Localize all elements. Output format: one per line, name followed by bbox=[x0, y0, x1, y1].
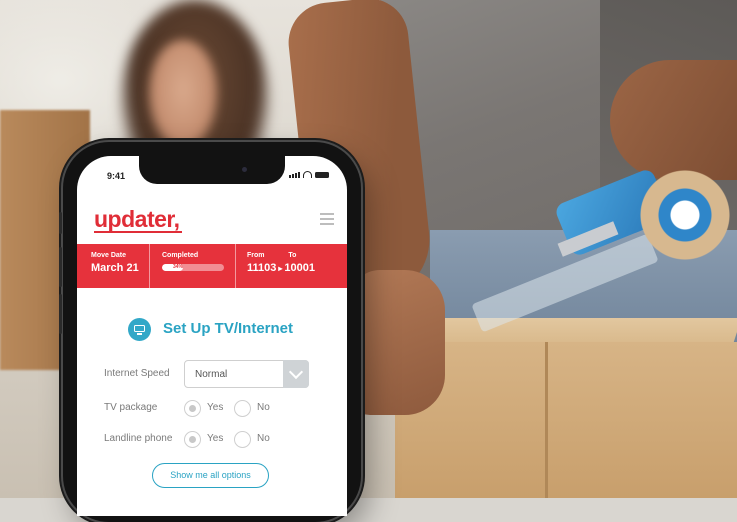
to-value: 10001 bbox=[284, 262, 315, 274]
phone-screen: 9:41 updater, Move Date March 21 Complet… bbox=[77, 156, 347, 516]
from-to-values: 11103 ▸ 10001 bbox=[247, 262, 315, 274]
hamburger-menu-icon[interactable] bbox=[320, 213, 334, 228]
show-all-options-button[interactable]: Show me all options bbox=[152, 463, 269, 488]
tv-package-no-radio[interactable] bbox=[234, 400, 251, 417]
internet-speed-label: Internet Speed bbox=[104, 368, 170, 379]
battery-icon bbox=[315, 172, 329, 178]
internet-speed-value: Normal bbox=[195, 369, 228, 380]
camera-icon bbox=[242, 167, 247, 172]
tv-package-no-label: No bbox=[257, 402, 270, 413]
banner-divider bbox=[235, 244, 236, 288]
tv-package-label: TV package bbox=[104, 402, 158, 413]
completed-percent: 34% bbox=[173, 264, 184, 270]
logo-underline bbox=[94, 231, 182, 233]
tv-icon bbox=[128, 318, 151, 341]
phone-frame: 9:41 updater, Move Date March 21 Complet… bbox=[59, 142, 361, 522]
move-date: Move Date March 21 bbox=[91, 252, 139, 274]
signal-icon bbox=[289, 172, 300, 178]
from-to: From To 11103 ▸ 10001 bbox=[247, 252, 315, 274]
tv-package-yes-radio[interactable] bbox=[184, 400, 201, 417]
move-date-label: Move Date bbox=[91, 252, 127, 259]
background-person-face bbox=[148, 40, 218, 150]
phone-mute-switch bbox=[59, 212, 62, 234]
phone-notch bbox=[139, 156, 285, 184]
app-logo[interactable]: updater, bbox=[94, 206, 180, 233]
move-summary-banner: Move Date March 21 Completed 34% From To bbox=[77, 244, 347, 288]
section-title: Set Up TV/Internet bbox=[163, 320, 294, 337]
completed: Completed 34% bbox=[162, 252, 224, 271]
tv-package-yes-label: Yes bbox=[207, 402, 224, 413]
banner-divider bbox=[149, 244, 150, 288]
from-to-labels: From To bbox=[247, 252, 315, 259]
to-label: To bbox=[288, 252, 297, 259]
man-hand bbox=[350, 270, 445, 415]
completed-label: Completed bbox=[162, 252, 199, 259]
cardboard-box-seam bbox=[545, 342, 548, 498]
phone-volume-down bbox=[59, 294, 62, 334]
internet-speed-select[interactable]: Normal bbox=[184, 360, 309, 388]
completed-progress-bar: 34% bbox=[162, 264, 224, 271]
landline-no-radio[interactable] bbox=[234, 431, 251, 448]
wifi-icon bbox=[303, 171, 312, 178]
from-label: From bbox=[247, 252, 265, 259]
landline-yes-radio[interactable] bbox=[184, 431, 201, 448]
landline-no-label: No bbox=[257, 433, 270, 444]
move-date-value: March 21 bbox=[91, 262, 139, 274]
status-time: 9:41 bbox=[107, 171, 126, 181]
show-all-options-label: Show me all options bbox=[170, 470, 251, 480]
man-arm-right bbox=[610, 60, 737, 180]
phone-volume-up bbox=[59, 247, 62, 287]
tape-roll bbox=[640, 170, 730, 260]
cardboard-box bbox=[395, 342, 737, 498]
landline-yes-label: Yes bbox=[207, 433, 224, 444]
chevron-down-icon[interactable] bbox=[283, 360, 309, 388]
arrow-right-icon: ▸ bbox=[278, 264, 283, 273]
landline-label: Landline phone bbox=[104, 433, 173, 444]
status-icons bbox=[289, 171, 329, 178]
from-value: 11103 bbox=[247, 262, 277, 274]
